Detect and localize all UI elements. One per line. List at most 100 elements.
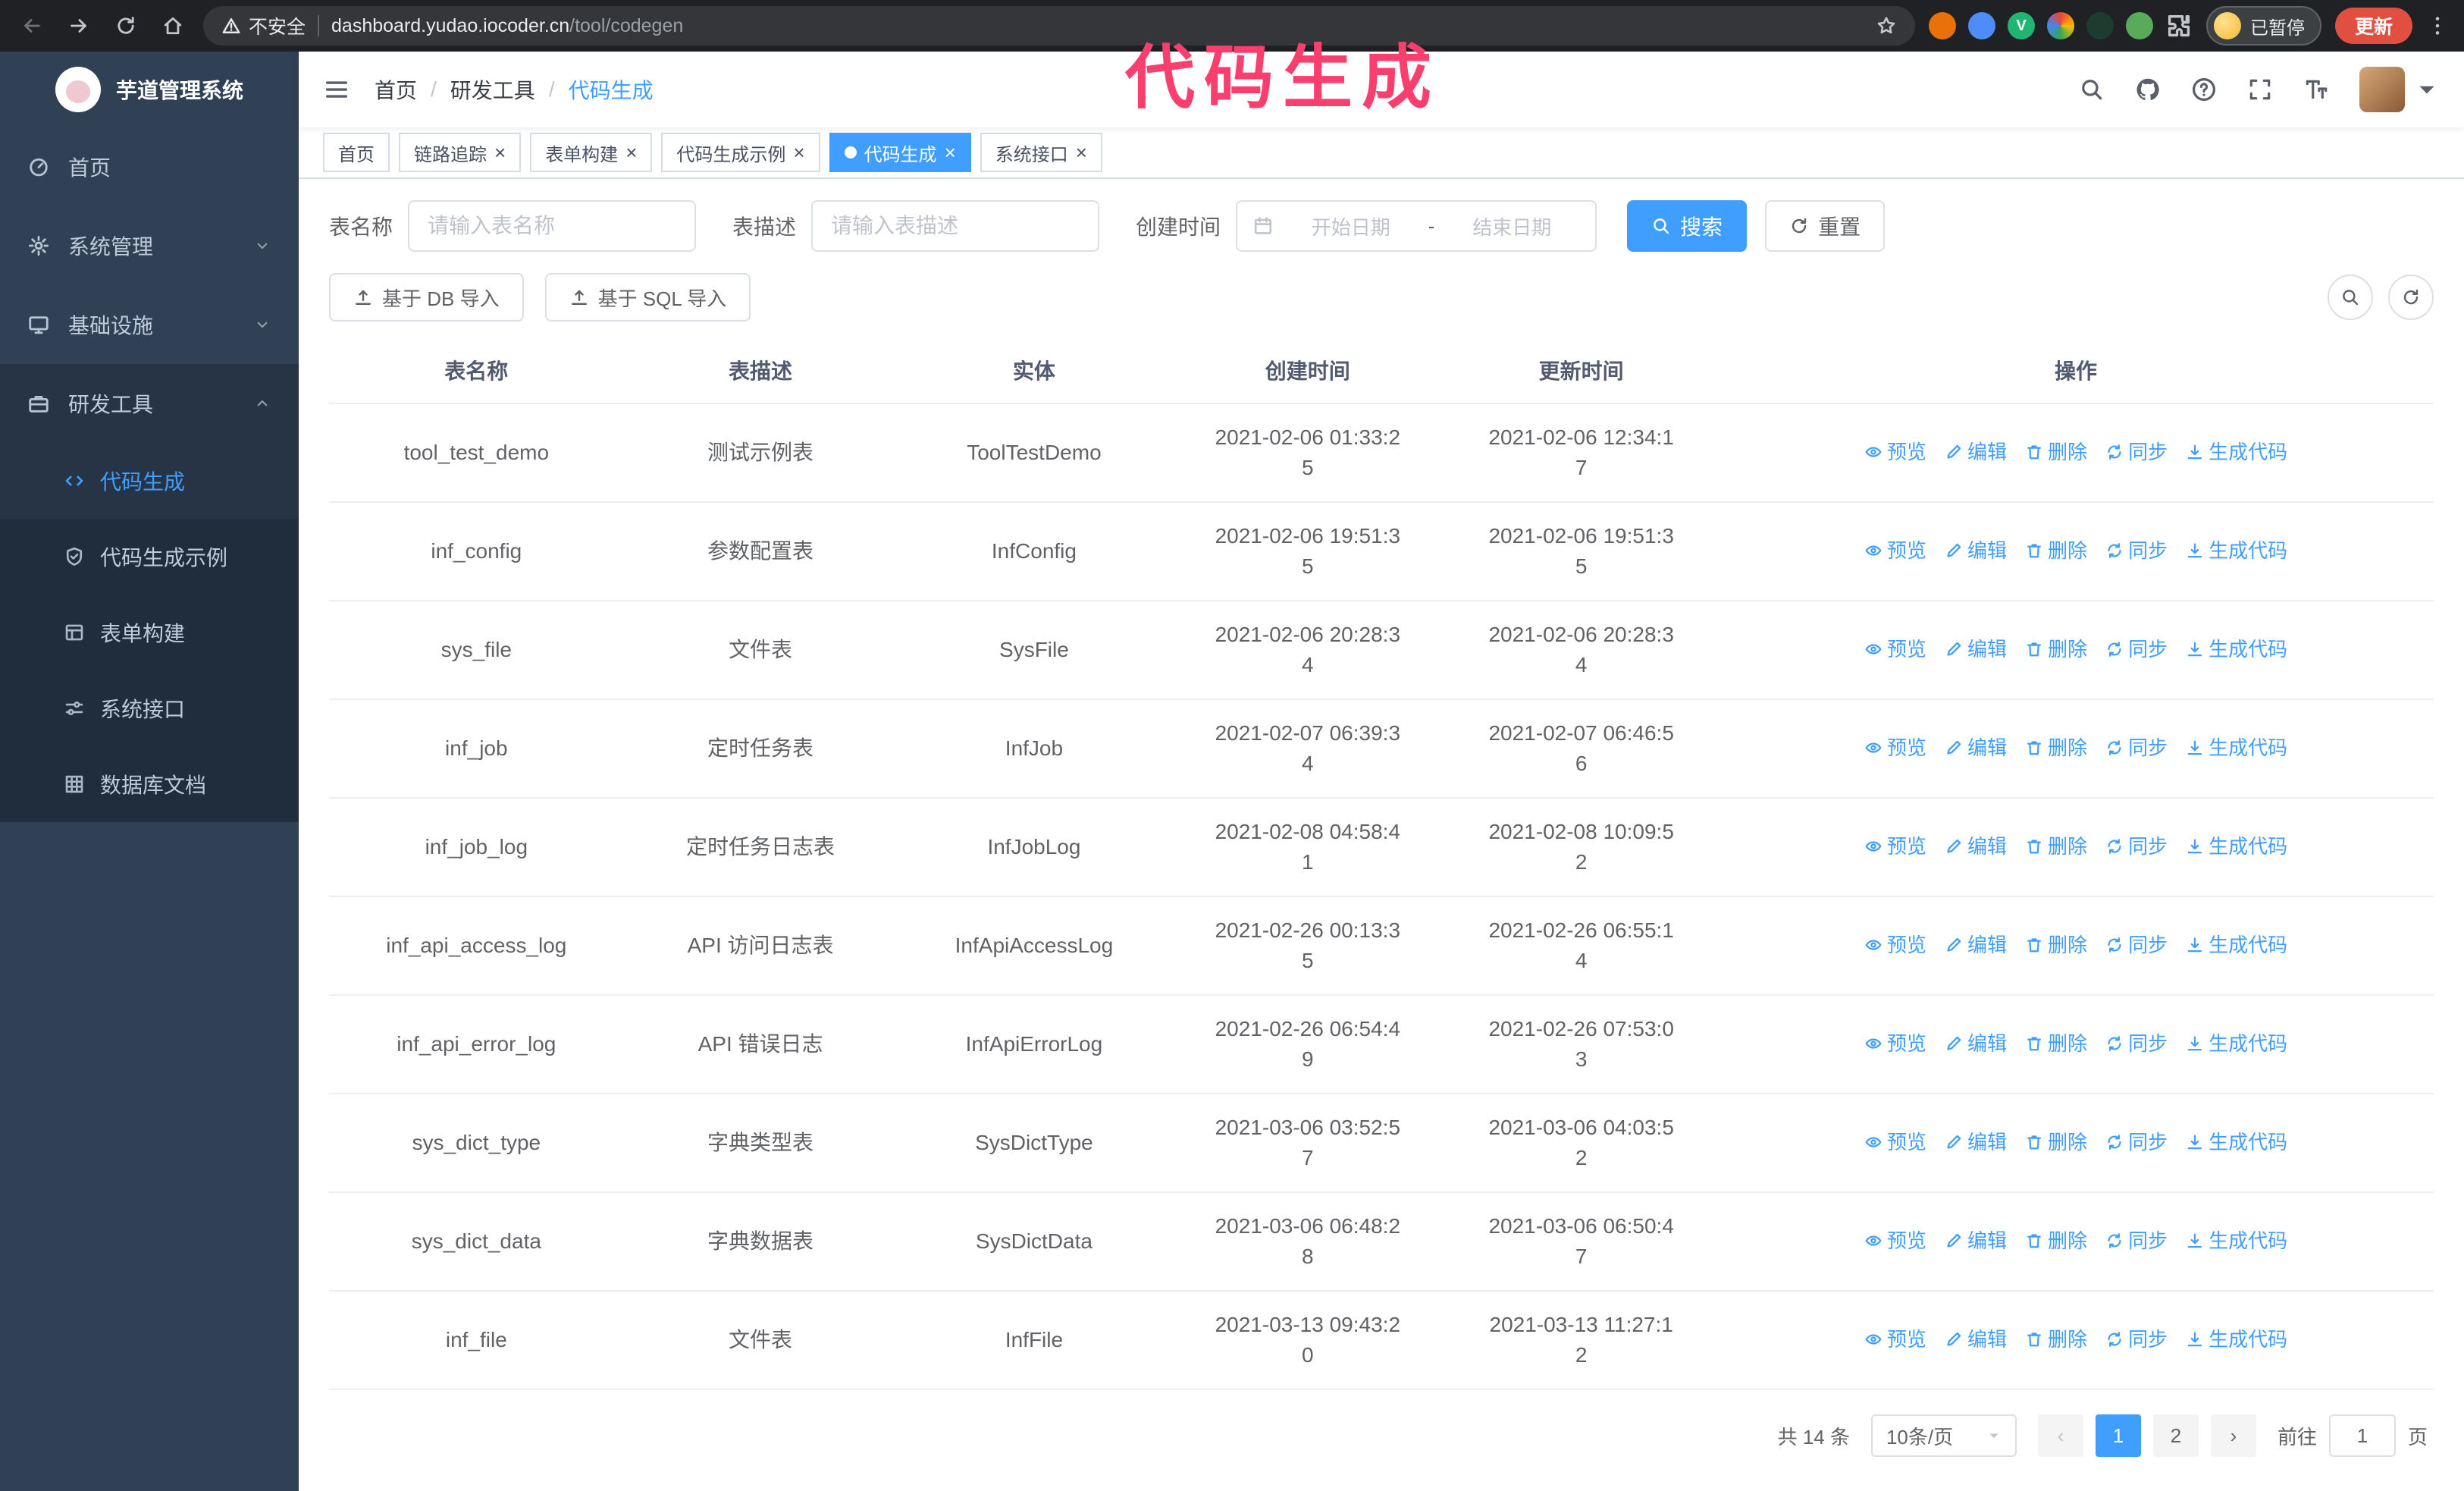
action-delete[interactable]: 删除: [2025, 1028, 2087, 1059]
action-delete[interactable]: 删除: [2025, 1127, 2087, 1157]
header-search-icon[interactable]: [2079, 77, 2105, 102]
app-logo[interactable]: 芋道管理系统: [0, 52, 299, 127]
sidebar-item-system[interactable]: 系统管理: [0, 206, 299, 285]
action-sync[interactable]: 同步: [2105, 1226, 2168, 1256]
action-edit[interactable]: 编辑: [1945, 437, 2007, 467]
sidebar-item-infra[interactable]: 基础设施: [0, 285, 299, 364]
action-edit[interactable]: 编辑: [1945, 1226, 2007, 1256]
action-edit[interactable]: 编辑: [1945, 1028, 2007, 1059]
action-generate-code[interactable]: 生成代码: [2186, 634, 2287, 664]
action-edit[interactable]: 编辑: [1945, 1324, 2007, 1354]
tab-codegen-example[interactable]: 代码生成示例 ×: [661, 133, 820, 172]
action-generate-code[interactable]: 生成代码: [2186, 1127, 2287, 1157]
action-preview[interactable]: 预览: [1864, 930, 1926, 960]
extension-icon-green-leaf[interactable]: [2125, 12, 2153, 39]
bookmark-star-icon[interactable]: [1876, 15, 1897, 36]
help-icon[interactable]: [2191, 77, 2217, 102]
start-date-placeholder[interactable]: 开始日期: [1283, 212, 1419, 240]
action-edit[interactable]: 编辑: [1945, 733, 2007, 763]
goto-page-input[interactable]: [2328, 1414, 2396, 1457]
search-button[interactable]: 搜索: [1627, 200, 1748, 252]
security-chip[interactable]: 不安全: [221, 12, 306, 39]
table-name-input[interactable]: [408, 200, 697, 252]
sidebar-subitem-codegen-example[interactable]: 代码生成示例: [0, 519, 299, 595]
sidebar-subitem-form-builder[interactable]: 表单构建: [0, 595, 299, 670]
action-sync[interactable]: 同步: [2105, 831, 2168, 862]
action-preview[interactable]: 预览: [1864, 1226, 1926, 1256]
browser-update-button[interactable]: 更新: [2334, 8, 2412, 44]
action-sync[interactable]: 同步: [2105, 930, 2168, 960]
browser-home-button[interactable]: [156, 9, 190, 42]
prev-page-button[interactable]: ‹: [2037, 1414, 2083, 1457]
browser-menu-icon[interactable]: [2426, 14, 2449, 37]
browser-forward-button[interactable]: [62, 9, 96, 42]
action-preview[interactable]: 预览: [1864, 1028, 1926, 1059]
page-size-select[interactable]: 10条/页: [1870, 1414, 2017, 1457]
tab-system-api[interactable]: 系统接口 ×: [980, 133, 1102, 172]
breadcrumb-item[interactable]: 首页: [375, 74, 417, 105]
tab-tracer[interactable]: 链路追踪 ×: [399, 133, 522, 172]
action-delete[interactable]: 删除: [2025, 930, 2087, 960]
sidebar-subitem-codegen[interactable]: 代码生成: [0, 443, 299, 519]
action-sync[interactable]: 同步: [2105, 437, 2168, 467]
action-sync[interactable]: 同步: [2105, 535, 2168, 566]
page-button-1[interactable]: 1: [2095, 1414, 2141, 1457]
sidebar-item-devtools[interactable]: 研发工具: [0, 364, 299, 443]
sidebar-toggle-icon[interactable]: [323, 76, 350, 103]
github-icon[interactable]: [2135, 77, 2161, 102]
action-edit[interactable]: 编辑: [1945, 1127, 2007, 1157]
action-edit[interactable]: 编辑: [1945, 930, 2007, 960]
action-preview[interactable]: 预览: [1864, 437, 1926, 467]
action-sync[interactable]: 同步: [2105, 1324, 2168, 1354]
refresh-table-button[interactable]: [2388, 275, 2434, 320]
action-preview[interactable]: 预览: [1864, 535, 1926, 566]
page-button-2[interactable]: 2: [2152, 1414, 2199, 1457]
sidebar-subitem-system-api[interactable]: 系统接口: [0, 670, 299, 746]
browser-url-bar[interactable]: 不安全 dashboard.yudao.iocoder.cn/tool/code…: [203, 6, 1915, 46]
sidebar-subitem-db-doc[interactable]: 数据库文档: [0, 746, 299, 822]
action-delete[interactable]: 删除: [2025, 1324, 2087, 1354]
font-size-icon[interactable]: [2303, 77, 2329, 102]
toggle-search-button[interactable]: [2328, 275, 2373, 320]
tab-close-icon[interactable]: ×: [945, 143, 956, 162]
extension-icon-dark-terminal[interactable]: [2086, 12, 2114, 39]
next-page-button[interactable]: ›: [2210, 1414, 2256, 1457]
extension-icon-colorful[interactable]: [2046, 12, 2074, 39]
fullscreen-icon[interactable]: [2247, 77, 2273, 102]
table-desc-input[interactable]: [811, 200, 1100, 252]
import-db-button[interactable]: 基于 DB 导入: [329, 273, 524, 322]
action-preview[interactable]: 预览: [1864, 1324, 1926, 1354]
action-delete[interactable]: 删除: [2025, 1226, 2087, 1256]
action-delete[interactable]: 删除: [2025, 437, 2087, 467]
tab-close-icon[interactable]: ×: [494, 143, 506, 162]
action-delete[interactable]: 删除: [2025, 831, 2087, 862]
action-sync[interactable]: 同步: [2105, 733, 2168, 763]
action-generate-code[interactable]: 生成代码: [2186, 930, 2287, 960]
action-preview[interactable]: 预览: [1864, 634, 1926, 664]
action-generate-code[interactable]: 生成代码: [2186, 1028, 2287, 1059]
action-edit[interactable]: 编辑: [1945, 535, 2007, 566]
action-preview[interactable]: 预览: [1864, 733, 1926, 763]
tab-codegen[interactable]: 代码生成 ×: [829, 133, 971, 172]
action-generate-code[interactable]: 生成代码: [2186, 831, 2287, 862]
tab-close-icon[interactable]: ×: [625, 143, 637, 162]
action-generate-code[interactable]: 生成代码: [2186, 1324, 2287, 1354]
action-edit[interactable]: 编辑: [1945, 831, 2007, 862]
action-delete[interactable]: 删除: [2025, 733, 2087, 763]
action-sync[interactable]: 同步: [2105, 1127, 2168, 1157]
action-preview[interactable]: 预览: [1864, 1127, 1926, 1157]
breadcrumb-item[interactable]: 研发工具: [450, 74, 535, 105]
sidebar-item-home[interactable]: 首页: [0, 127, 299, 206]
action-generate-code[interactable]: 生成代码: [2186, 437, 2287, 467]
action-edit[interactable]: 编辑: [1945, 634, 2007, 664]
tab-close-icon[interactable]: ×: [793, 143, 804, 162]
extension-icon-vue-devtools[interactable]: V: [2007, 12, 2035, 39]
browser-reload-button[interactable]: [109, 9, 143, 42]
action-generate-code[interactable]: 生成代码: [2186, 733, 2287, 763]
action-sync[interactable]: 同步: [2105, 1028, 2168, 1059]
tab-form-builder[interactable]: 表单构建 ×: [530, 133, 653, 172]
action-generate-code[interactable]: 生成代码: [2186, 1226, 2287, 1256]
browser-back-button[interactable]: [15, 9, 49, 42]
profile-paused-badge[interactable]: 已暂停: [2205, 6, 2321, 46]
extension-icon-blue[interactable]: [1967, 12, 1995, 39]
